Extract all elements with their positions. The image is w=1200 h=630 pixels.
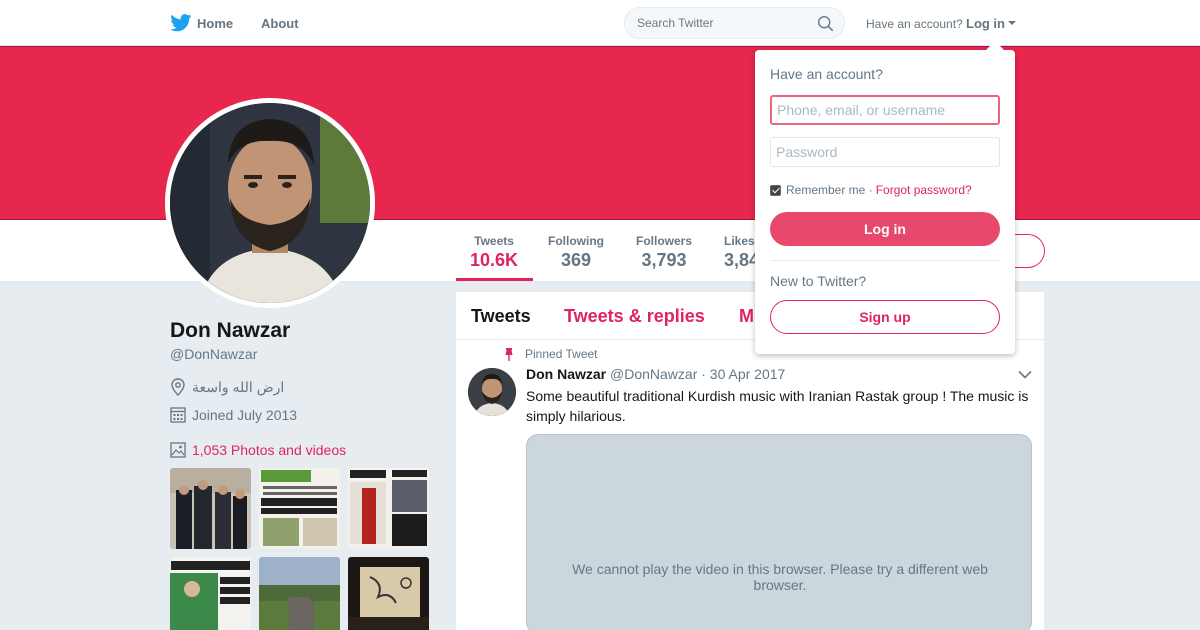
password-input[interactable]: [770, 137, 1000, 167]
photos-videos-link[interactable]: 1,053 Photos and videos: [192, 442, 346, 458]
divider: [770, 260, 1000, 261]
chevron-down-icon[interactable]: [1018, 370, 1032, 379]
chevron-down-icon[interactable]: [1008, 21, 1016, 25]
media-thumbnail[interactable]: [170, 557, 251, 630]
location-text: ارض الله واسعة: [192, 378, 285, 395]
remember-me-label[interactable]: Remember me ·: [786, 183, 873, 197]
search-icon[interactable]: [817, 15, 834, 32]
stat-value: 3,793: [641, 250, 687, 270]
stat-followers[interactable]: Followers 3,793: [636, 234, 692, 271]
photos-videos-row[interactable]: 1,053 Photos and videos: [170, 442, 346, 458]
tab-tweets[interactable]: Tweets: [471, 306, 531, 327]
remember-me-row: Remember me · Forgot password?: [770, 183, 972, 197]
media-thumbnail[interactable]: [170, 468, 251, 549]
login-dropdown: Have an account? Remember me · Forgot pa…: [755, 50, 1015, 354]
stat-value: 10.6K: [470, 250, 519, 270]
calendar-icon: [170, 407, 186, 423]
profile-location: ارض الله واسعة: [170, 378, 284, 396]
new-to-twitter-text: New to Twitter?: [770, 273, 867, 289]
stat-tweets[interactable]: Tweets 10.6K: [470, 234, 518, 271]
search-box[interactable]: [624, 7, 845, 39]
active-tab-underline: [456, 278, 533, 281]
nav-login-link[interactable]: Log in: [966, 16, 1005, 31]
remember-me-checkbox[interactable]: [770, 184, 781, 196]
tweet-author-name[interactable]: Don Nawzar: [526, 366, 606, 382]
media-thumbnail[interactable]: [348, 468, 429, 549]
media-thumbnail[interactable]: [259, 557, 340, 630]
forgot-password-link[interactable]: Forgot password?: [876, 183, 972, 197]
stat-likes[interactable]: Likes 3,84: [724, 234, 759, 271]
search-input[interactable]: [637, 16, 807, 30]
media-thumbnail[interactable]: [259, 468, 340, 549]
avatar-photo: [170, 103, 370, 303]
stat-label: Tweets: [474, 234, 514, 248]
have-account-text: Have an account?: [866, 17, 963, 31]
tab-media[interactable]: M: [739, 306, 754, 327]
media-thumbnail[interactable]: [348, 557, 429, 630]
video-unsupported-message: We cannot play the video in this browser…: [572, 561, 988, 593]
tweet-text: Some beautiful traditional Kurdish music…: [526, 388, 1029, 424]
tweet-author-avatar[interactable]: [468, 368, 516, 416]
stat-following[interactable]: Following 369: [548, 234, 604, 271]
stat-value: 3,84: [724, 250, 760, 270]
stat-label: Likes: [724, 234, 755, 248]
username-input[interactable]: [770, 95, 1000, 125]
tweet-author-handle[interactable]: @DonNawzar · 30 Apr 2017: [610, 366, 785, 382]
stat-value: 369: [560, 250, 592, 270]
location-pin-icon: [171, 378, 185, 396]
stat-label: Followers: [636, 234, 693, 248]
dropdown-caret: [986, 41, 1004, 50]
joined-text: Joined July 2013: [192, 406, 298, 423]
stat-label: Following: [548, 234, 604, 248]
nav-home-link[interactable]: Home: [197, 16, 233, 31]
tab-tweets-replies[interactable]: Tweets & replies: [564, 306, 705, 327]
profile-avatar[interactable]: [165, 98, 375, 308]
profile-joined: Joined July 2013: [170, 406, 297, 423]
profile-handle[interactable]: @DonNawzar: [170, 346, 257, 362]
video-player[interactable]: We cannot play the video in this browser…: [526, 434, 1032, 630]
photo-icon: [170, 442, 186, 458]
login-button[interactable]: Log in: [770, 212, 1000, 246]
pinned-tweet-label: Pinned Tweet: [525, 347, 598, 361]
twitter-bird-icon[interactable]: [170, 14, 192, 32]
profile-name[interactable]: Don Nawzar: [170, 319, 290, 343]
top-navigation: Home About Have an account? Log in: [0, 0, 1200, 46]
dropdown-heading: Have an account?: [770, 66, 883, 82]
signup-button[interactable]: Sign up: [770, 300, 1000, 334]
nav-about-link[interactable]: About: [261, 16, 299, 31]
pin-icon: [505, 348, 513, 361]
